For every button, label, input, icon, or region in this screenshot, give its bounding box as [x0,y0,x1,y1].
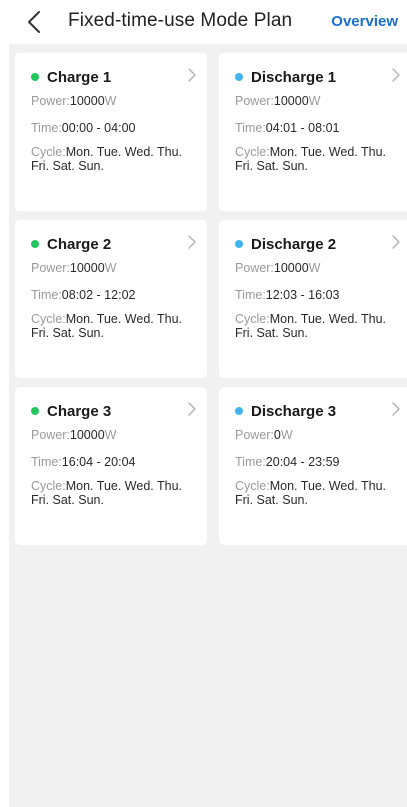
cycle-row: Cycle:Mon. Tue. Wed. Thu. Fri. Sat. Sun. [235,312,405,340]
time-value: 04:01 - 08:01 [265,121,340,135]
plan-card-discharge-1[interactable]: Discharge 1 Power:10000W Time:04:01 - 08… [219,53,407,211]
chevron-right-icon [188,402,196,416]
cycle-label: Cycle: [31,479,66,493]
power-row: Power:10000W [235,94,320,109]
power-value: 10000 [69,261,105,275]
power-unit: W [104,428,117,442]
power-row: Power:10000W [31,428,116,443]
overview-button[interactable]: Overview [331,13,398,30]
time-label: Time: [235,121,266,135]
cycle-row: Cycle:Mon. Tue. Wed. Thu. Fri. Sat. Sun. [31,479,201,507]
time-label: Time: [31,455,62,469]
time-value: 00:00 - 04:00 [61,121,136,135]
chevron-right-icon [392,402,400,416]
power-label: Power: [235,94,274,108]
card-title: Discharge 3 [251,402,337,420]
chevron-left-icon [28,11,40,33]
power-row: Power:10000W [31,94,116,109]
time-value: 16:04 - 20:04 [61,455,136,469]
time-row: Time:08:02 - 12:02 [31,288,135,303]
time-label: Time: [31,288,62,302]
status-dot [31,240,39,248]
time-row: Time:12:03 - 16:03 [235,288,339,303]
card-title: Charge 2 [47,235,112,253]
plan-card-charge-2[interactable]: Charge 2 Power:10000W Time:08:02 - 12:02… [15,220,207,378]
cycle-label: Cycle: [31,312,66,326]
back-button[interactable] [22,8,46,36]
plan-card-charge-1[interactable]: Charge 1 Power:10000W Time:00:00 - 04:00… [15,53,207,211]
header-bar: Fixed-time-use Mode Plan Overview [0,0,407,44]
cycle-row: Cycle:Mon. Tue. Wed. Thu. Fri. Sat. Sun. [31,312,201,340]
power-row: Power:0W [235,428,293,443]
status-dot [235,73,243,81]
plan-card-discharge-3[interactable]: Discharge 3 Power:0W Time:20:04 - 23:59 … [219,387,407,545]
chevron-right-icon [392,235,400,249]
status-dot [235,407,243,415]
power-value: 0 [273,428,281,442]
time-row: Time:20:04 - 23:59 [235,455,339,470]
status-dot [31,73,39,81]
power-unit: W [104,261,117,275]
card-title: Charge 1 [47,68,112,86]
cycle-label: Cycle: [235,479,270,493]
power-value: 10000 [273,94,309,108]
power-label: Power: [235,261,274,275]
cycle-label: Cycle: [31,145,66,159]
power-value: 10000 [69,94,105,108]
plan-card-discharge-2[interactable]: Discharge 2 Power:10000W Time:12:03 - 16… [219,220,407,378]
status-dot [31,407,39,415]
cycle-row: Cycle:Mon. Tue. Wed. Thu. Fri. Sat. Sun. [235,479,405,507]
time-value: 12:03 - 16:03 [265,288,340,302]
plan-card-charge-3[interactable]: Charge 3 Power:10000W Time:16:04 - 20:04… [15,387,207,545]
power-unit: W [308,261,321,275]
time-value: 20:04 - 23:59 [265,455,340,469]
card-title: Discharge 2 [251,235,337,253]
time-label: Time: [235,288,266,302]
status-dot [235,240,243,248]
power-value: 10000 [69,428,105,442]
chevron-right-icon [392,68,400,82]
time-row: Time:00:00 - 04:00 [31,121,135,136]
power-value: 10000 [273,261,309,275]
power-label: Power: [235,428,274,442]
power-label: Power: [31,428,70,442]
time-label: Time: [235,455,266,469]
power-label: Power: [31,261,70,275]
power-unit: W [104,94,117,108]
cycle-label: Cycle: [235,145,270,159]
plan-grid: Charge 1 Power:10000W Time:00:00 - 04:00… [9,44,407,807]
time-row: Time:04:01 - 08:01 [235,121,339,136]
card-title: Charge 3 [47,402,112,420]
power-row: Power:10000W [235,261,320,276]
power-label: Power: [31,94,70,108]
time-value: 08:02 - 12:02 [61,288,136,302]
power-unit: W [308,94,321,108]
chevron-right-icon [188,235,196,249]
chevron-right-icon [188,68,196,82]
time-row: Time:16:04 - 20:04 [31,455,135,470]
time-label: Time: [31,121,62,135]
page-title: Fixed-time-use Mode Plan [68,10,293,31]
cycle-row: Cycle:Mon. Tue. Wed. Thu. Fri. Sat. Sun. [31,145,201,173]
power-unit: W [280,428,293,442]
cycle-row: Cycle:Mon. Tue. Wed. Thu. Fri. Sat. Sun. [235,145,405,173]
card-title: Discharge 1 [251,68,337,86]
cycle-label: Cycle: [235,312,270,326]
power-row: Power:10000W [31,261,116,276]
